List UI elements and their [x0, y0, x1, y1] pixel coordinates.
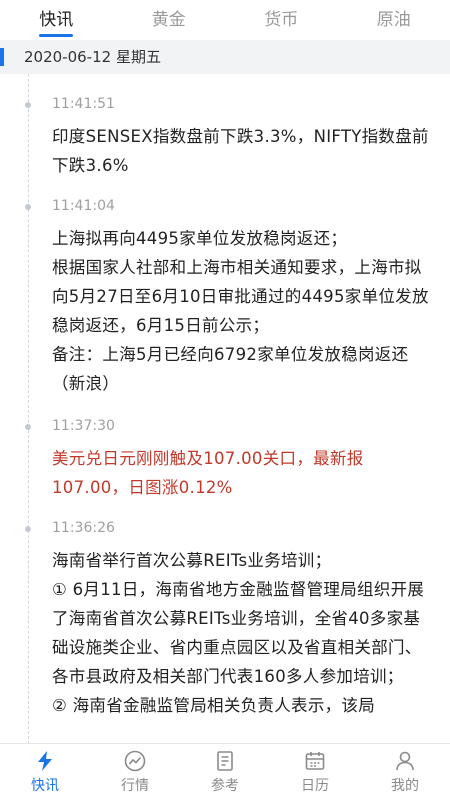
- lightning-icon: [38, 751, 52, 771]
- user-icon: [396, 751, 414, 771]
- tab-crude-oil[interactable]: 原油: [338, 0, 450, 40]
- nav-label: 日历: [301, 778, 329, 794]
- timeline-line: [28, 74, 29, 744]
- news-line: ① 6月11日，海南省地方金融监督管理局组织开展了海南省首次公募REITs业务培…: [52, 580, 425, 686]
- tab-gold[interactable]: 黄金: [113, 0, 226, 40]
- timeline-dot: [25, 424, 31, 430]
- news-feed[interactable]: 11:41:51 印度SENSEX指数盘前下跌3.3%，NIFTY指数盘前下跌3…: [0, 74, 450, 744]
- news-body-highlighted: 美元兑日元刚刚触及107.00关口，最新报107.00，日图涨0.12%: [52, 444, 434, 502]
- document-icon: [217, 751, 233, 771]
- date-header: 2020-06-12 星期五: [0, 40, 450, 74]
- news-time: 11:41:04: [52, 198, 115, 214]
- news-body: 上海拟再向4495家单位发放稳岗返还； 根据国家人社部和上海市相关通知要求，上海…: [52, 224, 434, 398]
- news-line: 备注：上海5月已经向6792家单位发放稳岗返还 （新浪）: [52, 345, 426, 393]
- news-time: 11:36:26: [52, 520, 115, 536]
- nav-label: 快讯: [31, 778, 59, 794]
- news-body: 印度SENSEX指数盘前下跌3.3%，NIFTY指数盘前下跌3.6%: [52, 122, 434, 180]
- nav-profile[interactable]: 我的: [360, 744, 450, 800]
- news-line: 根据国家人社部和上海市相关通知要求，上海市拟向5月27日至6月10日审批通过的4…: [52, 258, 429, 335]
- news-time: 11:37:30: [52, 418, 115, 434]
- timeline-dot: [25, 526, 31, 532]
- nav-label: 行情: [121, 778, 149, 794]
- top-tab-bar: 快讯 黄金 货币 原油: [0, 0, 450, 40]
- timeline-dot: [25, 102, 31, 108]
- nav-calendar[interactable]: 日历: [270, 744, 360, 800]
- market-chart-icon: [124, 750, 146, 772]
- news-line: 海南省举行首次公募REITs业务培训；: [52, 551, 332, 570]
- tab-flash-news[interactable]: 快讯: [0, 0, 113, 40]
- calendar-icon: [305, 752, 325, 770]
- news-line: 美元兑日元刚刚触及107.00关口，最新报107.00，日图涨0.12%: [52, 449, 364, 497]
- news-time: 11:41:51: [52, 96, 115, 112]
- tab-currency[interactable]: 货币: [225, 0, 338, 40]
- nav-market[interactable]: 行情: [90, 744, 180, 800]
- date-header-marker: [0, 48, 4, 66]
- news-line: ② 海南省金融监管局相关负责人表示，该局: [52, 696, 376, 715]
- news-line: 印度SENSEX指数盘前下跌3.3%，NIFTY指数盘前下跌3.6%: [52, 127, 429, 175]
- news-line: 上海拟再向4495家单位发放稳岗返还；: [52, 229, 348, 248]
- nav-label: 我的: [391, 778, 419, 794]
- bottom-nav: 快讯 行情 参考 日历 我的: [0, 743, 450, 800]
- nav-flash-news[interactable]: 快讯: [0, 744, 90, 800]
- timeline-dot: [25, 204, 31, 210]
- date-header-text: 2020-06-12 星期五: [24, 48, 161, 66]
- nav-reference[interactable]: 参考: [180, 744, 270, 800]
- news-body: 海南省举行首次公募REITs业务培训； ① 6月11日，海南省地方金融监督管理局…: [52, 546, 434, 720]
- nav-label: 参考: [211, 778, 239, 794]
